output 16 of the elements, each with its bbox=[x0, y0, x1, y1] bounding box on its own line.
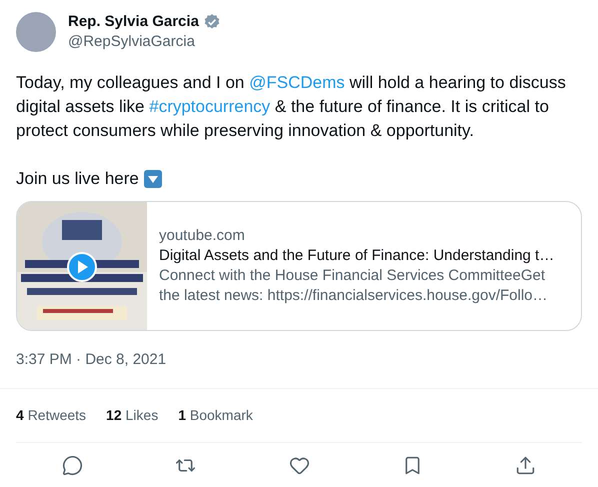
card-description: Connect with the House Financial Services CommitteeGet the latest news: https://financialservices.house.gov/Follo… bbox=[159, 266, 549, 306]
author-handle[interactable]: @RepSylviaGarcia bbox=[68, 32, 221, 52]
engagement-count[interactable]: 12 Likes bbox=[106, 405, 158, 426]
reply-icon[interactable] bbox=[62, 455, 83, 476]
author-name[interactable]: Rep. Sylvia Garcia bbox=[68, 12, 199, 32]
engagement-count[interactable]: 1 Bookmark bbox=[178, 405, 253, 426]
link-card[interactable]: youtube.com Digital Assets and the Future of Finance: Understanding t… Connect with the House Financial Services CommitteeGet the latest news: https://financialservices.house.gov/Follo… bbox=[16, 201, 582, 331]
engagement-count[interactable]: 4 Retweets bbox=[16, 405, 86, 426]
tweet-text: Today, my colleagues and I on @FSCDems will hold a hearing to discuss digital assets like #cryptocurrency & the future of finance. It is critical to protect consumers while preserving innovation & opportunity. bbox=[15, 72, 567, 142]
call-to-action-text: Join us live here bbox=[16, 168, 139, 190]
play-icon[interactable] bbox=[67, 252, 97, 282]
card-title: Digital Assets and the Future of Finance: Understanding t… bbox=[159, 246, 556, 266]
card-domain: youtube.com bbox=[159, 226, 246, 246]
share-icon[interactable] bbox=[515, 455, 536, 476]
heart-icon[interactable] bbox=[288, 455, 310, 476]
timestamp[interactable]: 3:37 PM · Dec 8, 2021 bbox=[16, 351, 166, 368]
